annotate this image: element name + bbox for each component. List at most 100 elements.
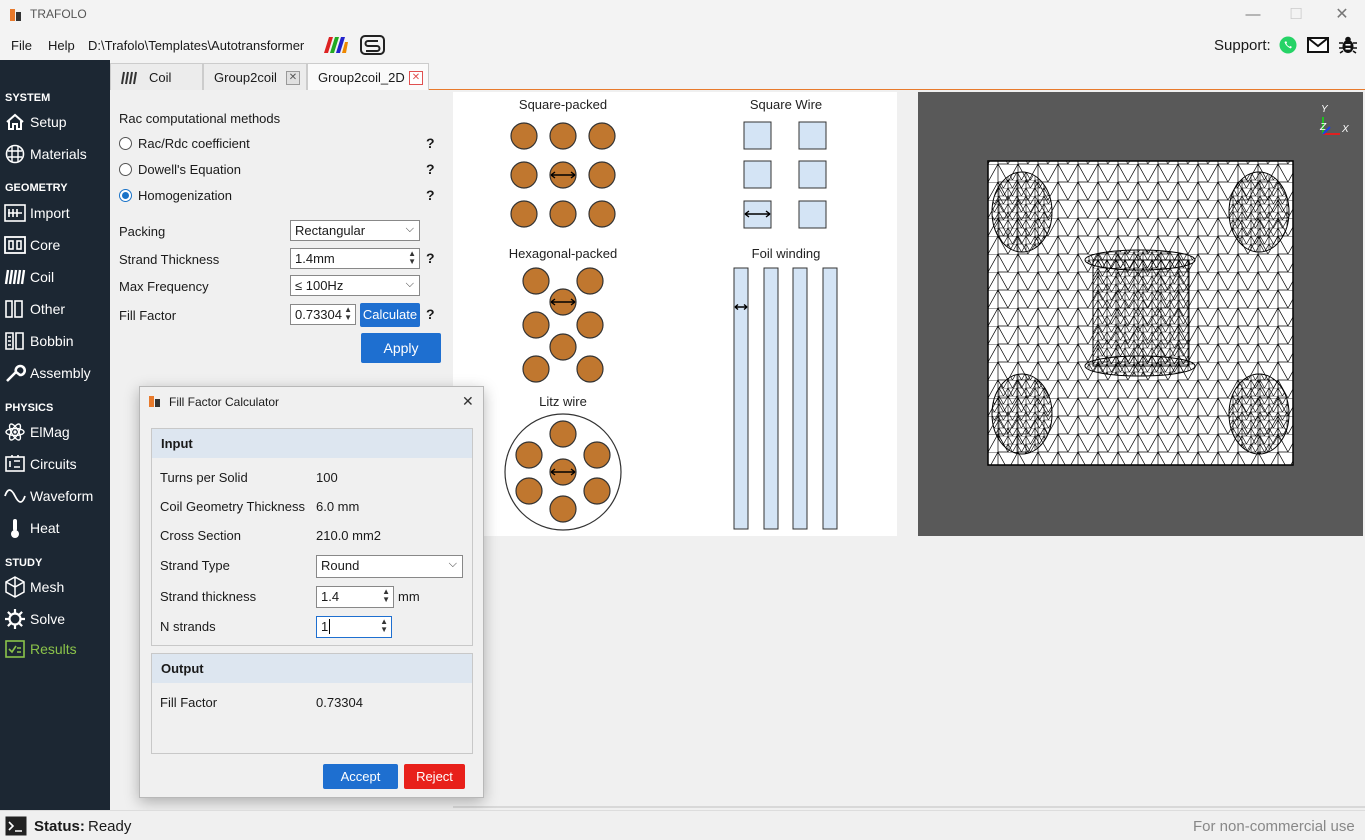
help-icon[interactable]: ? [426, 250, 435, 266]
atom-icon [4, 422, 26, 442]
hexagonal-packed-label: Hexagonal-packed [509, 246, 617, 261]
sidebar-item-circuits[interactable]: Circuits [4, 451, 108, 477]
calculate-button[interactable]: Calculate [360, 303, 420, 327]
menu-help[interactable]: Help [48, 38, 75, 53]
output-fill-factor-value: 0.73304 [316, 695, 363, 710]
mesh-canvas: Y Z X [987, 104, 1349, 466]
strand-thickness-value: 1.4 [321, 589, 340, 604]
tab-bar: Coil Group2coil ✕ Group2coil_2D ✕ [110, 60, 1365, 91]
sidebar-item-label: Bobbin [30, 333, 74, 349]
tab-group2coil-2d[interactable]: Group2coil_2D ✕ [307, 63, 429, 91]
coil-icon [121, 71, 137, 85]
strand-type-select[interactable]: Round ⌵ [316, 555, 463, 578]
help-icon[interactable]: ? [426, 161, 435, 177]
coil-icon [4, 267, 26, 287]
fill-factor-spinbox[interactable]: 0.73304 ▲ ▼ [290, 304, 356, 325]
sidebar-item-assembly[interactable]: Assembly [4, 360, 108, 386]
help-icon[interactable]: ? [426, 306, 435, 322]
tab-group2coil[interactable]: Group2coil ✕ [203, 63, 307, 90]
n-strands-label: N strands [160, 619, 216, 634]
spin-arrows-icon[interactable]: ▲ ▼ [382, 588, 390, 604]
colorful-stripes-icon[interactable] [324, 36, 348, 54]
whatsapp-icon[interactable] [1279, 36, 1297, 54]
spin-arrows-icon[interactable]: ▲ ▼ [408, 250, 416, 266]
close-dialog-icon[interactable]: ✕ [462, 393, 474, 410]
sidebar-item-label: Waveform [30, 488, 94, 504]
home-icon [4, 112, 26, 132]
mesh-cube-icon [4, 576, 26, 598]
sidebar-item-label: Core [30, 237, 61, 253]
mesh-viewport[interactable]: Y Z X [918, 92, 1363, 536]
sidebar-item-setup[interactable]: Setup [4, 109, 108, 135]
cross-section-value: 210.0 mm2 [316, 528, 382, 543]
radio-rac-rdc[interactable] [119, 137, 132, 150]
tab-coil[interactable]: Coil [110, 63, 203, 90]
packing-select[interactable]: Rectangular ⌵ [290, 220, 420, 241]
sidebar-item-other[interactable]: Other [4, 296, 108, 322]
status-bar: Status: Ready For non-commercial use [0, 810, 1365, 840]
sidebar-item-waveform[interactable]: Waveform [4, 483, 108, 509]
max-frequency-label: Max Frequency [119, 279, 209, 294]
radio-dowell[interactable] [119, 163, 132, 176]
square-wire-label: Square Wire [750, 97, 822, 112]
sidebar-item-label: Setup [30, 114, 67, 130]
results-checklist-icon [4, 639, 26, 659]
menu-file[interactable]: File [11, 38, 32, 53]
terminal-icon[interactable] [5, 816, 27, 836]
help-icon[interactable]: ? [426, 135, 435, 151]
materials-grid-icon [4, 144, 26, 164]
sidebar-item-label: Assembly [30, 365, 91, 381]
sidebar-item-label: Other [30, 301, 66, 317]
sidebar-item-label: Solve [30, 611, 66, 627]
close-tab-icon[interactable]: ✕ [286, 71, 300, 85]
maximize-button[interactable]: ☐ [1281, 4, 1311, 26]
close-tab-icon[interactable]: ✕ [409, 71, 423, 85]
radio-label: Dowell's Equation [138, 162, 241, 177]
square-packed-label: Square-packed [519, 97, 607, 112]
spin-arrows-icon[interactable]: ▲ ▼ [380, 618, 388, 634]
radio-label: Homogenization [138, 188, 232, 203]
title-bar: TRAFOLO — ☐ ✕ [0, 0, 1365, 30]
turns-label: Turns per Solid [160, 470, 248, 485]
sidebar-item-solve[interactable]: Solve [4, 606, 108, 632]
chevron-down-icon: ⌵ [405, 223, 414, 235]
strand-thickness-label: Strand thickness [160, 589, 257, 604]
s-logo-icon[interactable] [360, 35, 385, 55]
sidebar-item-coil[interactable]: Coil [4, 264, 108, 290]
support-label: Support: [1214, 37, 1271, 54]
license-text: For non-commercial use [1193, 818, 1355, 835]
wrench-icon [4, 363, 26, 383]
sidebar-item-core[interactable]: Core [4, 232, 108, 258]
strand-thickness-spinbox[interactable]: 1.4mm ▲ ▼ [290, 248, 420, 269]
sidebar-item-elmag[interactable]: ElMag [4, 419, 108, 445]
sidebar-item-mesh[interactable]: Mesh [4, 574, 108, 600]
sidebar-item-materials[interactable]: Materials [4, 141, 108, 167]
minimize-button[interactable]: — [1238, 4, 1268, 26]
bug-icon[interactable] [1338, 35, 1358, 55]
mail-icon[interactable] [1307, 37, 1329, 53]
spin-arrows-icon[interactable]: ▲ ▼ [344, 306, 352, 322]
apply-button[interactable]: Apply [361, 333, 441, 363]
n-strands-value: 1 [321, 619, 329, 634]
radio-homogenization[interactable] [119, 189, 132, 202]
strand-thickness-unit: mm [398, 589, 420, 604]
help-icon[interactable]: ? [426, 187, 435, 203]
max-frequency-select[interactable]: ≤ 100Hz ⌵ [290, 275, 420, 296]
sidebar-item-heat[interactable]: Heat [4, 515, 108, 541]
radio-label: Rac/Rdc coefficient [138, 136, 250, 151]
accept-button[interactable]: Accept [323, 764, 398, 789]
packing-diagram: Square-packed Square Wire Hexagonal-pack… [504, 97, 838, 531]
strand-thickness-value: 1.4mm [295, 251, 335, 266]
strand-thickness-label: Strand Thickness [119, 252, 220, 267]
close-window-button[interactable]: ✕ [1327, 4, 1357, 26]
sidebar-item-results[interactable]: Results [4, 636, 108, 662]
sidebar-item-import[interactable]: Import [4, 200, 108, 226]
bobbin-icon [4, 331, 26, 351]
n-strands-spinbox[interactable]: 1 ▲ ▼ [316, 616, 392, 638]
axis-y-label: Y [1321, 104, 1329, 115]
strand-thickness-spinbox[interactable]: 1.4 ▲ ▼ [316, 586, 394, 608]
sidebar-item-label: Results [30, 641, 77, 657]
packing-label: Packing [119, 224, 166, 239]
sidebar-item-bobbin[interactable]: Bobbin [4, 328, 108, 354]
reject-button[interactable]: Reject [404, 764, 465, 789]
